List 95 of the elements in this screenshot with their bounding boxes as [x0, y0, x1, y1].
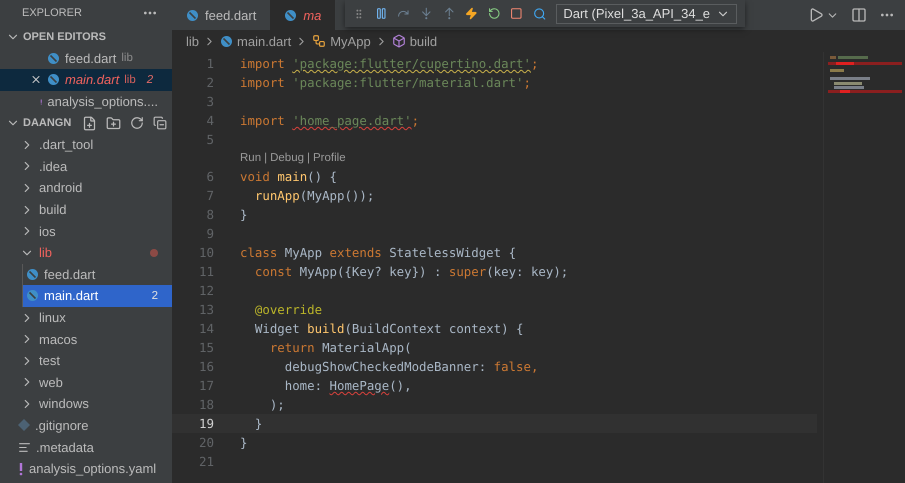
folder-item[interactable]: windows — [0, 393, 172, 415]
separator: | — [307, 152, 310, 164]
folder-item[interactable]: macos — [0, 328, 172, 350]
folder-item[interactable]: android — [0, 177, 172, 199]
open-editor-item[interactable]: main.dart lib 2 — [0, 69, 172, 91]
code-line: import 'package:flutter/material.dart'; — [240, 75, 531, 90]
code-line: } — [254, 416, 262, 431]
split-editor-icon[interactable] — [851, 7, 867, 23]
line-number: 7 — [205, 188, 214, 203]
collapse-icon[interactable] — [153, 116, 168, 130]
line-number: 15 — [198, 340, 214, 355]
explorer-title: EXPLORER — [22, 7, 82, 19]
breadcrumb-item[interactable]: main.dart — [220, 34, 292, 48]
code-line: const MyApp({Key? key}) : super(key: key); — [254, 264, 568, 279]
codelens-link[interactable]: Debug — [270, 152, 304, 164]
folder-item[interactable]: test — [0, 350, 172, 372]
line-number: 12 — [198, 283, 214, 298]
dart-icon — [186, 8, 199, 22]
code-line: runApp(MyApp()); — [254, 188, 374, 203]
new-file-icon[interactable] — [82, 116, 98, 131]
line-number: 11 — [198, 264, 214, 279]
code-line: home: HomePage(), — [284, 378, 412, 393]
line-number: 8 — [205, 207, 214, 222]
line-number: 14 — [198, 321, 214, 336]
search-icon[interactable] — [532, 6, 546, 22]
line-number: 21 — [198, 454, 214, 469]
file-item[interactable]: .gitignore — [0, 414, 172, 436]
breadcrumb-item[interactable]: build — [392, 34, 438, 48]
dart-icon — [26, 289, 39, 302]
folder-item[interactable]: ios — [0, 220, 172, 242]
lightning-icon[interactable] — [465, 6, 478, 21]
codelens-link[interactable]: Profile — [313, 152, 346, 164]
section-title[interactable]: OPEN EDITORS — [23, 30, 106, 43]
code-line: class MyApp extends StatelessWidget { — [240, 245, 516, 260]
dart-icon — [47, 73, 60, 86]
line-number: 9 — [205, 226, 214, 241]
code-line: import 'package:flutter/cupertino.dart'; — [240, 56, 538, 71]
open-editor-item[interactable]: feed.dart lib — [0, 48, 172, 70]
line-number: 18 — [198, 397, 214, 412]
folder-item[interactable]: build — [0, 198, 172, 220]
file-item[interactable]: analysis_options.yaml — [0, 458, 172, 480]
line-number: 10 — [198, 245, 214, 260]
dart-icon — [26, 268, 39, 281]
folder-item[interactable]: web — [0, 372, 172, 394]
line-number: 4 — [205, 113, 214, 128]
code-line: } — [240, 435, 248, 450]
step-out-icon[interactable] — [442, 6, 456, 21]
file-item[interactable]: .metadata — [0, 436, 172, 458]
pause-icon[interactable] — [374, 6, 388, 21]
folder-item[interactable]: linux — [0, 306, 172, 328]
line-number: 5 — [205, 132, 214, 147]
device-dropdown[interactable]: Dart (Pixel_3a_API_34_e — [556, 4, 738, 24]
codelens-link[interactable]: Run — [240, 152, 262, 164]
editor-tab[interactable]: ma — [270, 0, 336, 30]
line-number: 1 — [205, 56, 214, 71]
run-icon[interactable] — [808, 7, 824, 23]
exclamation-icon — [18, 462, 24, 476]
step-into-icon[interactable] — [420, 6, 433, 21]
code-line: return MaterialApp( — [268, 340, 412, 355]
refresh-icon[interactable] — [130, 116, 144, 130]
line-number: 19 — [198, 416, 214, 431]
nodes-icon — [312, 34, 326, 48]
line-number: 3 — [205, 94, 214, 109]
code-line: ); — [268, 397, 285, 412]
dart-icon — [284, 8, 298, 22]
code-line: @override — [254, 302, 322, 317]
dart-icon — [220, 34, 234, 48]
new-folder-icon[interactable] — [106, 116, 122, 131]
folder-item[interactable]: .idea — [0, 156, 172, 178]
code-line: Widget build(BuildContext context) { — [254, 321, 524, 336]
separator: | — [264, 152, 268, 164]
code-line: import 'home_page.dart'; — [240, 113, 420, 128]
code-line: } — [240, 207, 248, 222]
code-line: debugShowCheckedModeBanner: false, — [284, 359, 538, 374]
stop-icon[interactable] — [510, 6, 523, 21]
line-number: 17 — [198, 378, 214, 393]
lines-icon — [18, 440, 31, 454]
restart-icon[interactable] — [488, 6, 500, 21]
section-title[interactable]: DAANGN — [23, 117, 72, 130]
breadcrumb-item[interactable]: MyApp — [312, 34, 371, 48]
diamond-icon — [18, 419, 30, 432]
line-number: 2 — [205, 75, 214, 90]
file-item[interactable]: feed.dart — [23, 264, 172, 286]
line-number: 6 — [205, 169, 214, 184]
dart-icon — [47, 52, 60, 65]
file-item[interactable]: main.dart 2 — [23, 285, 172, 307]
breadcrumb-item[interactable]: lib — [186, 34, 200, 48]
line-number: 20 — [198, 435, 214, 450]
code-line: void main() { — [240, 169, 337, 184]
open-editor-item[interactable]: analysis_options.... — [0, 90, 172, 112]
line-number: 13 — [198, 302, 214, 317]
folder-item[interactable]: lib — [0, 242, 172, 264]
line-number: 16 — [198, 359, 214, 374]
folder-item[interactable]: .dart_tool — [0, 134, 172, 156]
cube-icon — [392, 34, 406, 48]
